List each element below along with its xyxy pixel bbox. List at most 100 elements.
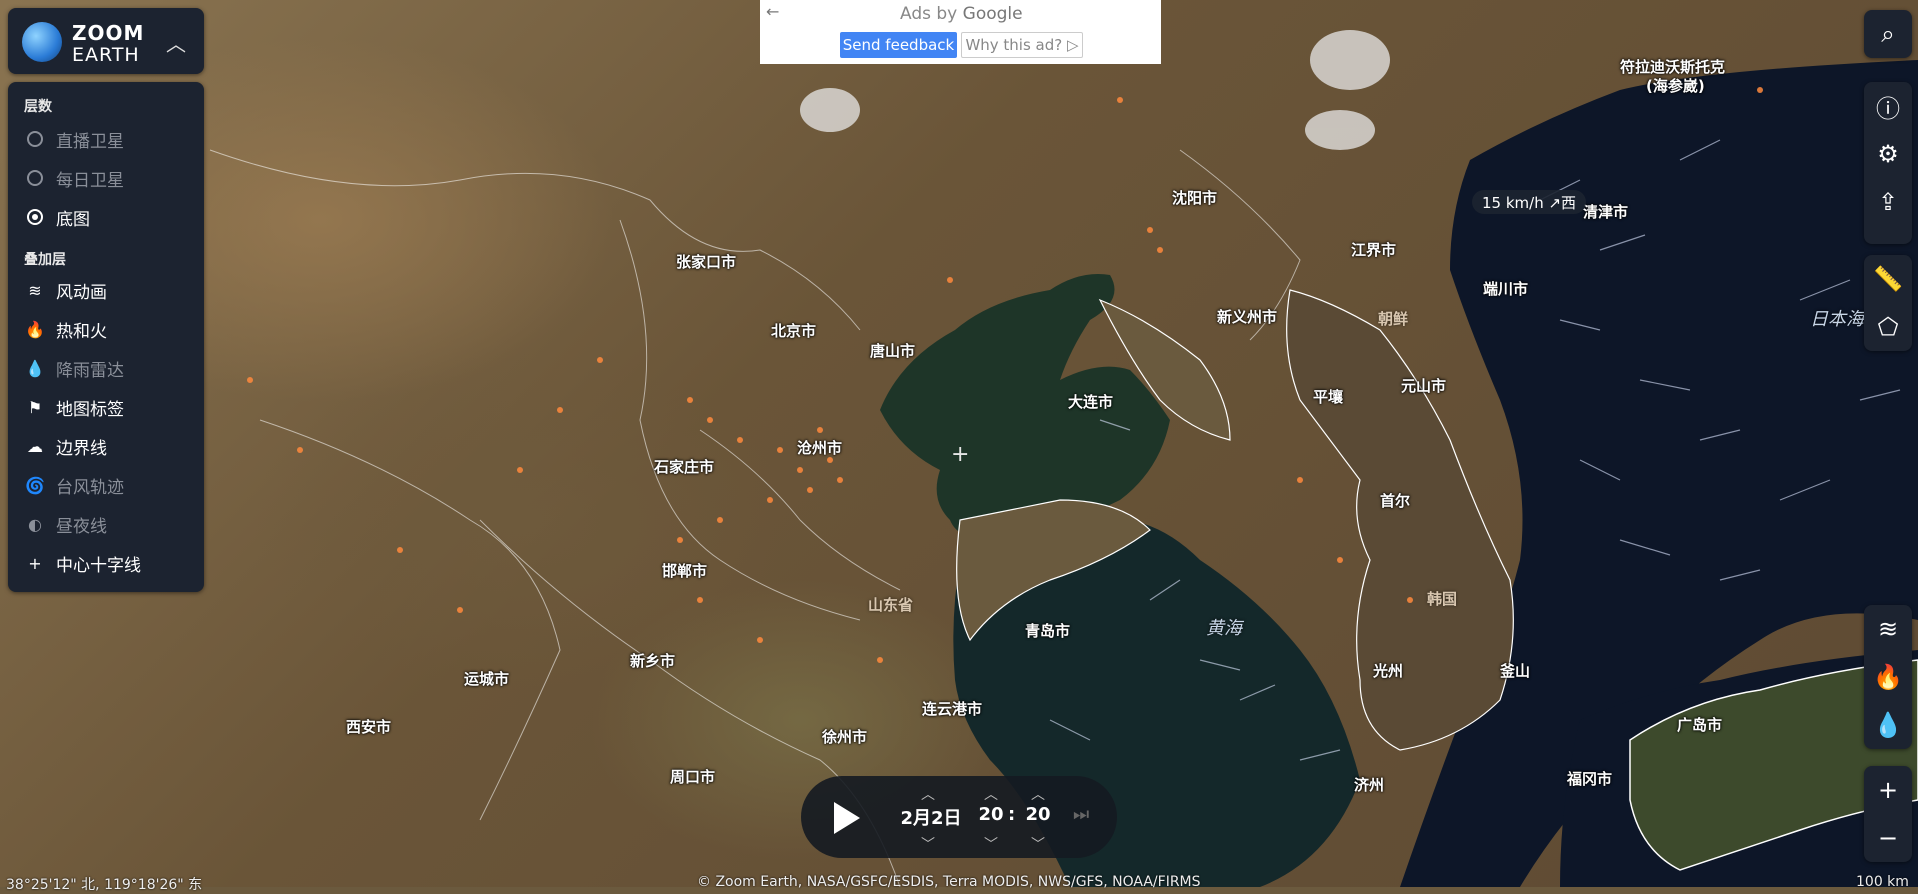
play-icon[interactable] <box>834 802 860 834</box>
overlay-heat-fire[interactable]: 🔥 热和火 <box>24 314 194 344</box>
region-label-south-korea: 韩国 <box>1427 590 1458 608</box>
overlay-label: 热和火 <box>56 321 107 342</box>
timeline-date[interactable]: 2月2日 <box>891 804 971 830</box>
map-attribution[interactable]: © Zoom Earth, NASA/GSFC/ESDIS, Terra MOD… <box>697 874 1201 890</box>
search-icon[interactable]: ⌕ <box>1864 10 1912 58</box>
city-label-qingdao[interactable]: 青岛市 <box>1025 620 1070 641</box>
city-label-cangzhou[interactable]: 沧州市 <box>797 437 842 458</box>
fire-icon: 🔥 <box>25 319 45 339</box>
skip-forward-icon[interactable]: ⏭ <box>1073 804 1089 825</box>
date-up-chevron-icon[interactable]: ︿ <box>921 784 935 804</box>
city-label-qingjin[interactable]: 清津市 <box>1583 201 1628 222</box>
city-label-handan[interactable]: 邯郸市 <box>662 560 707 581</box>
timeline-control: ︿ 2月2日 ﹀ ︿ 20 ﹀ : ︿ 20 ﹀ ⏭ <box>801 776 1117 858</box>
base-layer-label: 每日卫星 <box>56 170 124 191</box>
city-label-lianyungang[interactable]: 连云港市 <box>922 698 982 719</box>
city-label-busan[interactable]: 釜山 <box>1500 660 1530 681</box>
overlay-typhoon-tracks[interactable]: 🌀 台风轨迹 <box>24 470 194 500</box>
wind-icon[interactable]: ≋ <box>1864 605 1912 653</box>
overlay-boundaries[interactable]: ☁ 边界线 <box>24 431 194 461</box>
zoom-out-icon[interactable]: − <box>1864 814 1912 862</box>
radio-selected-icon <box>27 209 43 225</box>
back-arrow-icon[interactable]: ← <box>766 2 779 21</box>
overlay-wind-animation[interactable]: ≋ 风动画 <box>24 275 194 305</box>
zoom-in-icon[interactable]: + <box>1864 766 1912 814</box>
ad-banner: ← Ads by Google Send feedback Why this a… <box>760 0 1161 64</box>
radio-unselected-icon <box>27 170 43 186</box>
minute-down-chevron-icon[interactable]: ﹀ <box>1031 834 1045 854</box>
city-label-sinuiju[interactable]: 新义州市 <box>1217 306 1277 327</box>
city-label-vladivostok[interactable]: 符拉迪沃斯托克 <box>1620 56 1725 77</box>
logo-line-1: ZOOM <box>72 21 145 45</box>
city-label-xuzhou[interactable]: 徐州市 <box>822 726 867 747</box>
hour-down-chevron-icon[interactable]: ﹀ <box>984 834 998 854</box>
timeline-minute[interactable]: 20 <box>1023 804 1053 825</box>
city-label-fukuoka[interactable]: 福冈市 <box>1567 768 1612 789</box>
layers-panel: 层数 直播卫星 每日卫星 底图 叠加层 ≋ 风动画 🔥 热和火 💧 降雨雷达 ⚑… <box>8 82 204 592</box>
city-label-vladivostok-alt: (海参崴) <box>1646 77 1705 95</box>
city-label-xian[interactable]: 西安市 <box>346 716 391 737</box>
timeline-hour[interactable]: 20 <box>976 804 1006 825</box>
typhoon-icon: 🌀 <box>25 475 45 495</box>
city-label-xinxiang[interactable]: 新乡市 <box>630 650 675 671</box>
flag-icon: ⚑ <box>27 397 43 417</box>
polygon-icon[interactable]: ⬠ <box>1864 303 1912 351</box>
region-label-north-korea: 朝鲜 <box>1378 310 1409 328</box>
send-feedback-button[interactable]: Send feedback <box>840 32 957 58</box>
city-label-seoul[interactable]: 首尔 <box>1380 490 1410 511</box>
overlay-label: 台风轨迹 <box>56 477 124 498</box>
city-label-shenyang[interactable]: 沈阳市 <box>1172 187 1217 208</box>
city-label-hiroshima[interactable]: 广岛市 <box>1677 714 1722 735</box>
map-canvas[interactable]: 沈阳市 张家口市 北京市 唐山市 大连市 沧州市 石家庄市 邯郸市 青岛市 新乡… <box>0 0 1918 887</box>
overlay-rain-radar[interactable]: 💧 降雨雷达 <box>24 353 194 383</box>
city-label-duanchuan[interactable]: 端川市 <box>1483 278 1528 299</box>
fire-icon[interactable]: 🔥 <box>1864 653 1912 701</box>
ruler-icon[interactable]: 📏 <box>1864 255 1912 303</box>
cursor-coordinates: 38°25'12" 北, 119°18'26" 东 <box>6 877 203 893</box>
overlay-label: 中心十字线 <box>56 555 141 576</box>
info-icon[interactable]: ⓘ <box>1864 82 1912 130</box>
overlay-center-crosshair[interactable]: + 中心十字线 <box>24 548 194 578</box>
map-scale: 100 km <box>1856 874 1909 890</box>
share-icon[interactable]: ⇪ <box>1864 178 1912 226</box>
zoom-toolbar: + − <box>1864 766 1912 862</box>
city-label-zhangjiakou[interactable]: 张家口市 <box>676 251 736 272</box>
date-down-chevron-icon[interactable]: ﹀ <box>921 834 935 854</box>
city-label-shijiazhuang[interactable]: 石家庄市 <box>654 456 714 477</box>
city-label-tangshan[interactable]: 唐山市 <box>870 340 915 361</box>
overlay-label: 昼夜线 <box>56 516 107 537</box>
boundary-icon: ☁ <box>27 436 43 456</box>
day-night-icon: ◐ <box>28 514 42 534</box>
search-button-group: ⌕ <box>1864 10 1912 58</box>
chevron-up-icon[interactable]: ︿ <box>166 28 186 57</box>
base-layer-basemap[interactable]: 底图 <box>24 202 194 232</box>
gear-icon[interactable]: ⚙ <box>1864 130 1912 178</box>
base-layer-live-satellite[interactable]: 直播卫星 <box>24 124 194 154</box>
raindrop-icon[interactable]: 💧 <box>1864 701 1912 749</box>
info-play-icon: ▷ <box>1067 36 1079 54</box>
city-label-wonsan[interactable]: 元山市 <box>1401 375 1446 396</box>
info-toolbar: ⓘ ⚙ ⇪ <box>1864 82 1912 244</box>
sea-label-sea-of-japan: 日本海 <box>1810 309 1864 330</box>
overlay-map-labels[interactable]: ⚑ 地图标签 <box>24 392 194 422</box>
radio-unselected-icon <box>27 131 43 147</box>
overlay-day-night[interactable]: ◐ 昼夜线 <box>24 509 194 539</box>
logo-line-2: EARTH <box>72 44 140 66</box>
why-this-ad-button[interactable]: Why this ad? ▷ <box>961 32 1083 58</box>
city-label-pyongyang[interactable]: 平壤 <box>1313 386 1343 407</box>
base-layer-daily-satellite[interactable]: 每日卫星 <box>24 163 194 193</box>
city-label-beijing[interactable]: 北京市 <box>771 320 816 341</box>
city-label-dalian[interactable]: 大连市 <box>1068 391 1113 412</box>
overlay-label: 降雨雷达 <box>56 360 124 381</box>
city-label-jiangjie[interactable]: 江界市 <box>1351 239 1396 260</box>
zoom-earth-logo[interactable]: ZOOM EARTH ︿ <box>8 8 204 74</box>
city-label-yuncheng[interactable]: 运城市 <box>464 668 509 689</box>
city-label-zhoukou[interactable]: 周口市 <box>670 766 715 787</box>
minute-up-chevron-icon[interactable]: ︿ <box>1031 784 1045 804</box>
hour-up-chevron-icon[interactable]: ︿ <box>984 784 998 804</box>
city-label-jeju[interactable]: 济州 <box>1354 774 1384 795</box>
base-layer-label: 底图 <box>56 209 90 230</box>
time-separator: : <box>1008 804 1016 825</box>
city-label-gwangju[interactable]: 光州 <box>1373 660 1403 681</box>
raindrop-icon: 💧 <box>25 358 45 378</box>
